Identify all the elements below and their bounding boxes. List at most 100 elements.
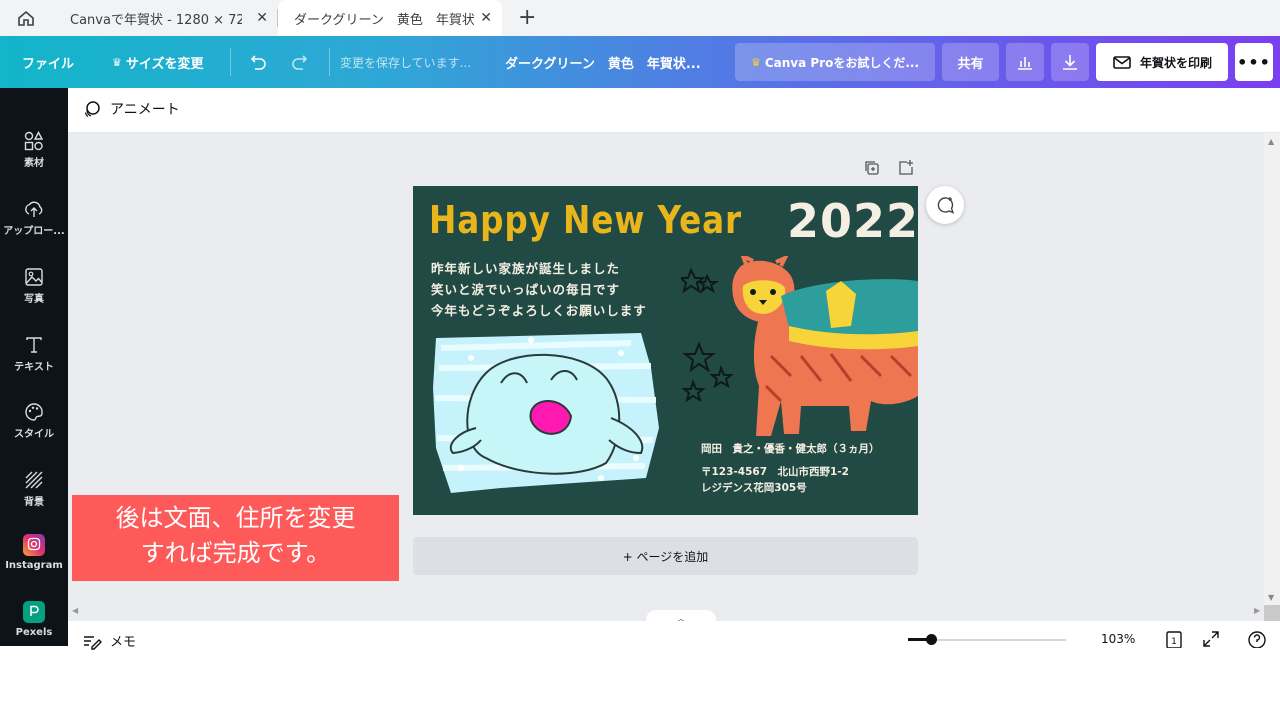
scroll-up-icon[interactable]: ▲ xyxy=(1268,137,1274,146)
print-card-label: 年賀状を印刷 xyxy=(1139,55,1212,70)
tab-title: Canvaで年賀状 - 1280 × 720px xyxy=(70,12,242,28)
address-line: レジデンス花岡305号 xyxy=(701,482,807,494)
download-icon xyxy=(1063,55,1077,70)
sidebar-item-elements[interactable]: 素材 xyxy=(0,130,68,169)
envelope-icon xyxy=(1113,56,1131,69)
scroll-right-icon[interactable]: ▶ xyxy=(1254,606,1260,615)
notes-label: メモ xyxy=(110,635,137,650)
download-button[interactable] xyxy=(1051,43,1089,81)
try-pro-label: Canva Proをお試しくだ... xyxy=(764,55,920,70)
more-options-button[interactable]: ••• xyxy=(1235,43,1273,81)
sidebar-item-instagram[interactable]: Instagram xyxy=(0,534,68,571)
sidebar-item-label: Instagram xyxy=(5,560,63,571)
photo-icon xyxy=(25,268,43,286)
try-pro-button[interactable]: ♛ Canva Proをお試しくだ... xyxy=(735,43,935,81)
sidebar-item-text[interactable]: テキスト xyxy=(0,334,68,373)
zoom-level[interactable]: 103% xyxy=(1101,632,1135,646)
caption-line: すれば完成です。 xyxy=(140,539,331,567)
bar-chart-icon xyxy=(1018,57,1032,70)
resize-button[interactable]: ♛ サイズを変更 xyxy=(112,36,204,88)
background-icon xyxy=(25,471,43,489)
share-button[interactable]: 共有 xyxy=(942,43,999,81)
elements-icon xyxy=(24,131,44,151)
document-title[interactable]: ダークグリーン 黄色 年賀状... xyxy=(505,36,701,88)
resize-label: サイズを変更 xyxy=(125,56,204,72)
redo-icon xyxy=(292,55,308,70)
card-address[interactable]: 〒123-4567 北山市西野1-2 レジデンス花岡305号 xyxy=(701,464,849,496)
help-icon[interactable] xyxy=(1247,630,1267,648)
animate-icon xyxy=(84,101,100,117)
notes-button[interactable]: メモ xyxy=(82,631,136,650)
save-status: 変更を保存しています... xyxy=(340,55,472,70)
address-line: 〒123-4567 北山市西野1-2 xyxy=(701,466,849,478)
divider xyxy=(329,48,330,76)
browser-tab-active[interactable]: ダークグリーン 黄色 年賀状 ✕ xyxy=(278,0,502,36)
editor-header: ファイル ♛ サイズを変更 変更を保存しています... ダークグリーン 黄色 年… xyxy=(0,36,1280,88)
new-year-card-design[interactable]: Happy New Year 2022 昨年新しい家族が誕生しました 笑いと涙で… xyxy=(413,186,918,515)
add-page-button[interactable]: + ページを追加 xyxy=(413,537,918,575)
card-family-names[interactable]: 岡田 貴之・優香・健太郎（３ヵ月） xyxy=(701,441,880,456)
comment-icon xyxy=(937,197,955,214)
message-line: 笑いと涙でいっぱいの毎日です xyxy=(431,282,621,297)
add-page-icon[interactable] xyxy=(897,159,915,177)
sidebar-item-label: スタイル xyxy=(14,429,54,440)
palette-icon xyxy=(25,403,43,421)
context-toolbar xyxy=(68,88,1280,133)
caption-line: 後は文面、住所を変更 xyxy=(115,504,356,532)
message-line: 今年もどうぞよろしくお願いします xyxy=(431,303,647,318)
divider xyxy=(230,48,231,76)
crown-icon: ♛ xyxy=(112,55,122,69)
sidebar-item-label: 背景 xyxy=(24,497,44,508)
undo-button[interactable] xyxy=(246,36,268,88)
vertical-scrollbar[interactable]: ▲ ▼ xyxy=(1264,133,1280,621)
card-greeting[interactable]: Happy New Year xyxy=(429,198,742,242)
insights-button[interactable] xyxy=(1006,43,1044,81)
undo-icon xyxy=(250,55,266,70)
sidebar-item-label: テキスト xyxy=(14,362,54,373)
sidebar-item-styles[interactable]: スタイル xyxy=(0,401,68,440)
file-menu-button[interactable]: ファイル xyxy=(22,36,74,88)
tutorial-caption: 後は文面、住所を変更 すれば完成です。 xyxy=(72,495,399,581)
sidebar-item-photos[interactable]: 写真 xyxy=(0,266,68,305)
sidebar-item-pexels[interactable]: Pexels xyxy=(0,601,68,638)
crown-icon: ♛ xyxy=(750,55,761,69)
sidebar-item-label: アップロー... xyxy=(3,226,65,237)
animate-button[interactable]: アニメート xyxy=(82,99,180,119)
left-sidebar: 素材 アップロー... 写真 テキスト スタイル 背景 Instagram Pe… xyxy=(0,88,68,646)
sidebar-item-label: 素材 xyxy=(24,158,44,169)
page-count: 1 xyxy=(1171,637,1177,647)
canva-editor: Canvaで年賀状 - 1280 × 720px ✕ ダークグリーン 黄色 年賀… xyxy=(0,0,1280,720)
message-line: 昨年新しい家族が誕生しました xyxy=(431,261,621,276)
scroll-left-icon[interactable]: ◀ xyxy=(72,606,78,615)
tab-title: ダークグリーン 黄色 年賀状 xyxy=(294,12,474,28)
pexels-icon xyxy=(23,601,45,623)
upload-icon xyxy=(25,201,43,217)
close-tab-icon[interactable]: ✕ xyxy=(480,10,492,26)
sidebar-item-background[interactable]: 背景 xyxy=(0,469,68,508)
bottom-bar xyxy=(68,621,1280,646)
sidebar-item-uploads[interactable]: アップロー... xyxy=(0,198,68,237)
add-comment-button[interactable] xyxy=(926,186,964,224)
animate-label: アニメート xyxy=(110,102,180,118)
card-message[interactable]: 昨年新しい家族が誕生しました 笑いと涙でいっぱいの毎日です 今年もどうぞよろしく… xyxy=(431,258,647,321)
tiger-illustration[interactable] xyxy=(681,256,918,441)
redo-button[interactable] xyxy=(290,36,312,88)
page-grid-icon[interactable]: 1 xyxy=(1163,630,1185,648)
scrollbar-corner xyxy=(1264,605,1280,621)
instagram-icon xyxy=(23,534,45,556)
text-icon xyxy=(26,337,42,353)
print-card-button[interactable]: 年賀状を印刷 xyxy=(1096,43,1228,81)
new-tab-button[interactable]: + xyxy=(518,5,536,30)
card-year[interactable]: 2022 xyxy=(787,194,918,248)
sidebar-item-label: Pexels xyxy=(15,627,53,638)
scroll-down-icon[interactable]: ▼ xyxy=(1268,593,1274,602)
home-icon[interactable] xyxy=(12,6,40,30)
notes-icon xyxy=(84,635,102,650)
browser-tab[interactable]: Canvaで年賀状 - 1280 × 720px ✕ xyxy=(54,0,278,36)
browser-tab-strip: Canvaで年賀状 - 1280 × 720px ✕ ダークグリーン 黄色 年賀… xyxy=(0,0,1280,36)
close-tab-icon[interactable]: ✕ xyxy=(256,10,268,26)
sidebar-item-label: 写真 xyxy=(24,294,44,305)
baby-bird-illustration[interactable] xyxy=(431,328,661,498)
duplicate-page-icon[interactable] xyxy=(863,159,881,177)
fullscreen-icon[interactable] xyxy=(1202,630,1220,648)
